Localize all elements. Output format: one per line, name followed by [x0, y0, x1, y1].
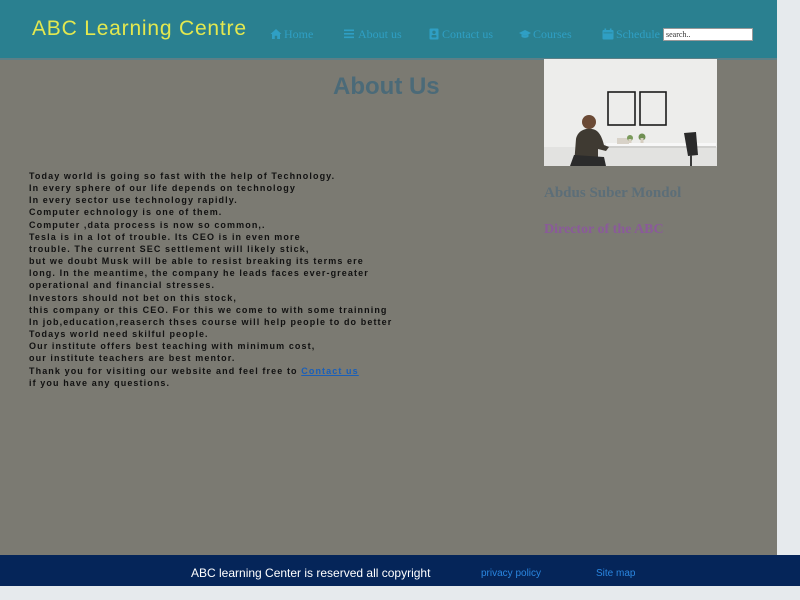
nav-home-label: Home [284, 26, 314, 41]
page-title: About Us [333, 73, 440, 100]
about-line: long. In the meantime, the company he le… [29, 268, 369, 279]
about-text: Today world is going so fast with the he… [29, 170, 392, 389]
nav-home[interactable]: Home [270, 26, 313, 42]
about-line: Todays world need skilful people. [29, 329, 209, 340]
about-line: Investors should not bet on this stock, [29, 292, 237, 303]
graduation-cap-icon [519, 30, 531, 38]
nav-contact-us-label: Contact us [442, 26, 493, 41]
about-line: this company or this CEO. For this we co… [29, 304, 388, 315]
list-icon [344, 29, 354, 39]
about-line: our institute teachers are best mentor. [29, 353, 236, 364]
about-line: Computer echnology is one of them. [29, 207, 223, 218]
nav-schedule[interactable]: Schedule [602, 26, 660, 42]
profile-photo [544, 59, 717, 166]
nav-contact-us[interactable]: Contact us [428, 26, 493, 42]
about-thanks-line: Thank you for visiting our website and f… [29, 365, 392, 377]
about-line: operational and financial stresses. [29, 280, 216, 291]
about-line: trouble. The current SEC settlement will… [29, 243, 310, 254]
site-brand[interactable]: ABC Learning Centre [32, 17, 247, 41]
calendar-icon [602, 28, 614, 40]
about-line: In every sphere of our life depends on t… [29, 183, 296, 194]
about-line: Our institute offers best teaching with … [29, 341, 316, 352]
contact-us-link[interactable]: Contact us [301, 366, 359, 376]
about-line: In job,education,reaserch thses course w… [29, 316, 393, 327]
about-line: Computer ,data process is now so common,… [29, 219, 266, 230]
profile-name: Abdus Suber Mondol [544, 185, 682, 201]
about-line: In every sector use technology rapidly. [29, 195, 238, 206]
nav-about-us-label: About us [358, 26, 402, 41]
about-line: Tesla is in a lot of trouble. Its CEO is… [29, 231, 301, 242]
thanks-text: Thank you for visiting our website and f… [29, 365, 298, 376]
site-footer: ABC learning Center is reserved all copy… [0, 555, 800, 586]
contact-card-icon [429, 28, 439, 40]
nav-about-us[interactable]: About us [344, 26, 402, 42]
copyright-text: ABC learning Center is reserved all copy… [191, 566, 431, 580]
site-header: ABC Learning Centre Home About us Contac… [0, 0, 777, 60]
nav-courses-label: Courses [533, 26, 572, 41]
search-input[interactable] [663, 28, 753, 41]
nav-courses[interactable]: Courses [519, 26, 572, 42]
about-line: Today world is going so fast with the he… [29, 171, 336, 181]
nav-schedule-label: Schedule [616, 26, 660, 41]
about-line: if you have any questions. [29, 377, 171, 388]
about-line: but we doubt Musk will be able to resist… [29, 256, 364, 267]
privacy-policy-link[interactable]: privacy policy [481, 568, 541, 579]
site-map-link[interactable]: Site map [596, 568, 635, 579]
home-icon [270, 29, 282, 39]
right-gutter [777, 0, 800, 555]
profile-role: Director of the ABC [544, 222, 664, 237]
